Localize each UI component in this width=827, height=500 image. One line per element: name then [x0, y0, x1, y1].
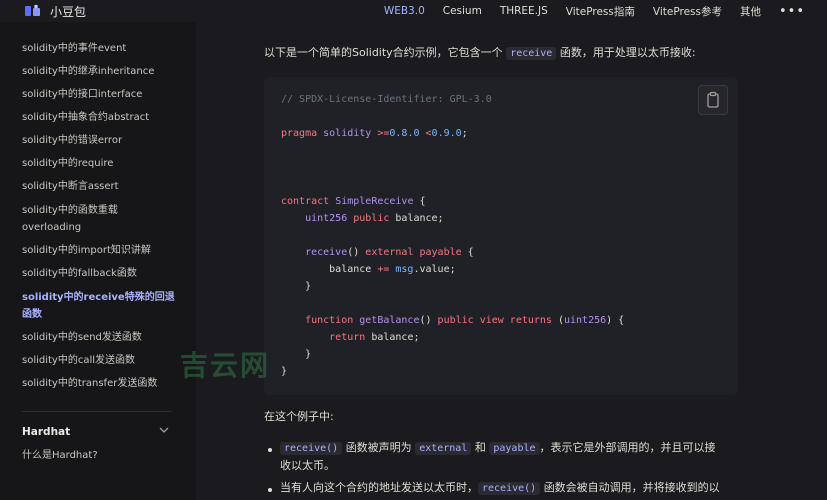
code-token: } [281, 366, 288, 377]
watermark: 吉云网 [180, 349, 271, 382]
code-token: function [281, 315, 354, 326]
sidebar-item-interface[interactable]: solidity中的接口interface [22, 86, 182, 103]
code-content: // SPDX-License-Identifier: GPL-3.0 prag… [281, 91, 624, 380]
code-token: () [419, 315, 438, 326]
bullet-2-line-1: 当有人向这个合约的地址发送以太币时， receive() 函数会被自动调用，并将接… [280, 479, 720, 498]
code-token: >= [377, 128, 390, 139]
bullet-dot [268, 488, 272, 492]
sidebar-section-hardhat[interactable]: Hardhat [22, 426, 70, 438]
code-token: solidity [317, 128, 378, 139]
code-token: } [281, 281, 312, 292]
intro-text-end: 函数，用于处理以太币接收: [559, 46, 696, 59]
code-token: external payable [365, 247, 462, 258]
bullet-1-line-2: 收以太币。 [280, 459, 335, 472]
inline-code: receive() [478, 482, 541, 495]
code-token: ( [551, 315, 564, 326]
inline-code: receive() [280, 442, 343, 455]
code-comment: // SPDX-License-Identifier: GPL-3.0 [281, 94, 492, 105]
clipboard-icon [707, 91, 719, 108]
top-navbar: 小豆包 WEB3.0 Cesium THREE.JS VitePress指南 V… [0, 0, 827, 22]
code-token: balance; [389, 213, 444, 224]
sidebar-item-error[interactable]: solidity中的错误error [22, 132, 182, 149]
sidebar-item-send[interactable]: solidity中的send发送函数 [22, 329, 182, 346]
sidebar-item-label: solidity中的函数重载 [22, 205, 118, 216]
sidebar-item-import[interactable]: solidity中的import知识讲解 [22, 242, 182, 259]
code-token: uint256 [281, 213, 348, 224]
nav-item-web3[interactable]: WEB3.0 [384, 5, 425, 17]
code-token: .value; [413, 264, 456, 275]
code-token: () [347, 247, 366, 258]
code-token: < [419, 128, 432, 139]
nav-item-vitepress-guide[interactable]: VitePress指南 [566, 4, 635, 19]
nav-item-vitepress-reference[interactable]: VitePress参考 [653, 4, 722, 19]
bullet-text: 函数被声明为 [345, 441, 412, 454]
nav-item-cesium[interactable]: Cesium [443, 5, 482, 17]
logo-icon [25, 4, 40, 16]
more-menu-icon[interactable]: ••• [779, 4, 805, 19]
sidebar-item-transfer[interactable]: solidity中的transfer发送函数 [22, 375, 182, 392]
sidebar-item-fallback[interactable]: solidity中的fallback函数 [22, 265, 182, 282]
code-token: ; [461, 128, 468, 139]
main-content: 以下是一个简单的Solidity合约示例，它包含一个 receive 函数，用于… [180, 22, 827, 500]
code-token: SimpleReceive [329, 196, 414, 207]
inline-code-receive: receive [506, 47, 557, 60]
intro-paragraph: 以下是一个简单的Solidity合约示例，它包含一个 receive 函数，用于… [264, 44, 696, 63]
sidebar-item-overloading[interactable]: solidity中的函数重载 overloading [22, 202, 182, 236]
inline-code: payable [489, 442, 540, 455]
nav-item-threejs[interactable]: THREE.JS [500, 5, 548, 17]
code-token: 0.8.0 [389, 128, 420, 139]
sidebar-item-receive[interactable]: solidity中的receive特殊的回退 函数 [22, 289, 182, 323]
nav-item-other[interactable]: 其他 [740, 4, 761, 19]
bullet-text: ，表示它是外部调用的，并且可以接 [539, 441, 716, 454]
sidebar-item-label: solidity中的receive特殊的回退 [22, 292, 175, 303]
sidebar: solidity中的事件event solidity中的继承inheritanc… [0, 22, 196, 500]
intro-text: 以下是一个简单的Solidity合约示例，它包含一个 [264, 46, 503, 59]
code-token: return [281, 332, 366, 343]
code-token: ) { [606, 315, 625, 326]
code-token: public view returns [437, 315, 552, 326]
code-token: { [413, 196, 426, 207]
copy-code-button[interactable] [698, 85, 728, 115]
sidebar-item-label-line2: overloading [22, 222, 82, 233]
sidebar-item-event[interactable]: solidity中的事件event [22, 40, 182, 57]
code-token: } [281, 349, 312, 360]
sidebar-divider [22, 411, 172, 412]
brand-title: 小豆包 [50, 4, 87, 19]
code-block: // SPDX-License-Identifier: GPL-3.0 prag… [264, 77, 738, 395]
code-token: 0.9.0 [431, 128, 462, 139]
bullet-text: 和 [474, 441, 486, 454]
sidebar-item-assert[interactable]: solidity中断言assert [22, 178, 182, 195]
code-token: receive [281, 247, 348, 258]
bullet-dot [268, 448, 272, 452]
code-token: contract [281, 196, 330, 207]
code-token: balance; [365, 332, 420, 343]
code-token: msg [389, 264, 414, 275]
chevron-down-icon[interactable] [158, 424, 170, 436]
code-token: uint256 [563, 315, 607, 326]
sidebar-item-abstract[interactable]: solidity中抽象合约abstract [22, 109, 182, 126]
sidebar-item-call[interactable]: solidity中的call发送函数 [22, 352, 182, 369]
code-token: += [377, 264, 390, 275]
code-token: { [461, 247, 474, 258]
example-heading: 在这个例子中: [264, 410, 334, 423]
code-token: getBalance [353, 315, 420, 326]
code-token: pragma [281, 128, 318, 139]
code-token: balance [281, 264, 378, 275]
sidebar-item-label-line2: 函数 [22, 309, 42, 320]
bullet-text: 函数会被自动调用，并将接收到的以 [543, 481, 720, 494]
inline-code: external [415, 442, 472, 455]
brand-link[interactable]: 小豆包 [0, 0, 196, 22]
code-token: public [347, 213, 390, 224]
bullet-text: 当有人向这个合约的地址发送以太币时， [280, 481, 478, 494]
sidebar-item-what-is-hardhat[interactable]: 什么是Hardhat? [22, 447, 182, 464]
sidebar-item-require[interactable]: solidity中的require [22, 155, 182, 172]
bullet-1-line-1: receive() 函数被声明为 external 和 payable ，表示它是… [280, 439, 716, 458]
sidebar-item-inheritance[interactable]: solidity中的继承inheritance [22, 63, 182, 80]
